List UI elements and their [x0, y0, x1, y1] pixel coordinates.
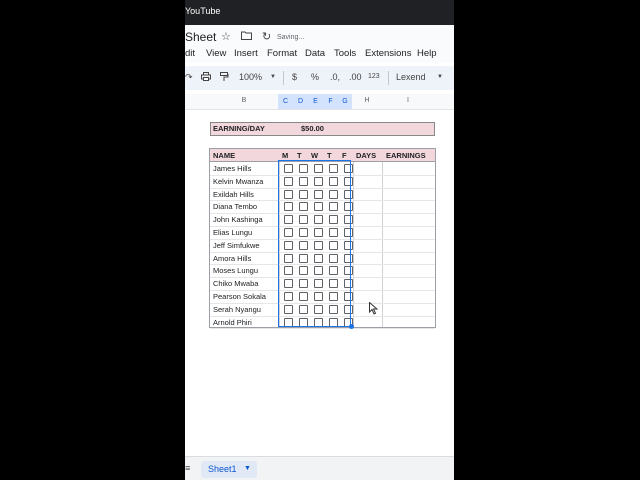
sheet-grid[interactable]: EARNING/DAY $50.00 NAME M T W T F DAYS E…	[185, 110, 454, 452]
employee-name[interactable]: Pearson Sokala	[213, 292, 266, 301]
employee-name[interactable]: Chiko Mwaba	[213, 279, 258, 288]
employee-name[interactable]: Kelvin Mwanza	[213, 177, 263, 186]
column-header-f[interactable]: F	[323, 94, 338, 109]
star-icon[interactable]: ☆	[221, 31, 231, 43]
employee-name[interactable]: Amora Hills	[213, 254, 251, 263]
youtube-label: YouTube	[185, 6, 221, 16]
header-name: NAME	[213, 151, 236, 160]
selection-fill-handle[interactable]	[349, 324, 354, 329]
all-sheets-icon[interactable]: ≡	[185, 463, 190, 473]
mouse-pointer-icon	[369, 301, 379, 318]
header-tuesday: T	[297, 151, 302, 160]
sync-icon: ↻	[262, 31, 272, 43]
toolbar-divider	[388, 71, 389, 85]
employee-name[interactable]: Arnold Phiri	[213, 318, 252, 327]
number-format-button[interactable]: 123	[368, 73, 380, 80]
header-monday: M	[282, 151, 289, 160]
folder-move-icon[interactable]	[241, 31, 252, 43]
redo-icon[interactable]: ↷	[185, 72, 193, 83]
dropdown-caret-icon[interactable]: ▼	[270, 74, 276, 80]
document-title[interactable]: Sheet	[185, 30, 216, 44]
menu-view[interactable]: View	[206, 48, 226, 59]
youtube-bar: YouTube	[185, 0, 454, 25]
header-wednesday: W	[311, 151, 319, 160]
toolbar: ↷ 100% ▼ $ % .0, .00 123 Lexend ▼	[185, 66, 454, 90]
menu-insert[interactable]: Insert	[234, 48, 258, 59]
column-header-h[interactable]: H	[352, 97, 382, 104]
toolbar-divider	[283, 71, 284, 85]
column-header-c[interactable]: C	[278, 94, 293, 109]
earning-per-day-cell[interactable]: EARNING/DAY $50.00	[210, 122, 435, 136]
menu-data[interactable]: Data	[305, 48, 325, 59]
menu-extensions[interactable]: Extensions	[365, 48, 411, 59]
employee-name[interactable]: Exildah Hills	[213, 190, 254, 199]
employee-name[interactable]: Diana Tembo	[213, 202, 257, 211]
menu-tools[interactable]: Tools	[334, 48, 356, 59]
earning-label: EARNING/DAY	[213, 124, 265, 133]
column-header-d[interactable]: D	[293, 94, 308, 109]
sheet-tab-sheet1[interactable]: Sheet1 ▼	[201, 461, 257, 478]
earning-value: $50.00	[301, 124, 324, 133]
increase-decimal-button[interactable]: .00	[349, 72, 362, 82]
header-days: DAYS	[356, 151, 377, 160]
currency-format-button[interactable]: $	[292, 72, 297, 82]
column-headers: B C D E F G H I	[185, 94, 454, 110]
employee-name[interactable]: James Hills	[213, 164, 251, 173]
dropdown-caret-icon[interactable]: ▼	[244, 465, 251, 472]
decrease-decimal-button[interactable]: .0,	[330, 72, 340, 82]
employee-name[interactable]: Elias Lungu	[213, 228, 252, 237]
menu-help[interactable]: Help	[417, 48, 437, 59]
menu-edit[interactable]: dit	[185, 48, 195, 59]
employee-name[interactable]: Moses Lungu	[213, 266, 258, 275]
sheet-tab-bar: ≡ Sheet1 ▼	[185, 456, 454, 480]
header-thursday: T	[327, 151, 332, 160]
saving-status: Saving...	[277, 34, 305, 41]
column-header-g[interactable]: G	[338, 94, 352, 109]
font-select[interactable]: Lexend	[396, 72, 426, 82]
dropdown-caret-icon[interactable]: ▼	[437, 74, 443, 80]
title-row: Sheet ☆ ↻ Saving...	[185, 25, 454, 47]
employee-name[interactable]: Jeff Simfukwe	[213, 241, 260, 250]
print-icon[interactable]	[201, 72, 211, 83]
spreadsheet-screen: YouTube Sheet ☆ ↻ Saving... dit View Ins…	[185, 0, 454, 480]
selection-range	[278, 160, 351, 327]
employee-name[interactable]: John Kashinga	[213, 215, 263, 224]
sheet-tab-label: Sheet1	[208, 464, 237, 474]
header-earnings: EARNINGS	[386, 151, 426, 160]
paint-format-icon[interactable]	[220, 72, 229, 84]
zoom-select[interactable]: 100%	[239, 72, 262, 82]
menu-format[interactable]: Format	[267, 48, 297, 59]
menu-bar: dit View Insert Format Data Tools Extens…	[185, 47, 454, 63]
column-header-b[interactable]: B	[210, 97, 278, 104]
employee-name[interactable]: Serah Nyangu	[213, 305, 261, 314]
header-friday: F	[342, 151, 347, 160]
column-header-e[interactable]: E	[308, 94, 323, 109]
column-header-i[interactable]: I	[382, 97, 434, 104]
percent-format-button[interactable]: %	[311, 72, 319, 82]
